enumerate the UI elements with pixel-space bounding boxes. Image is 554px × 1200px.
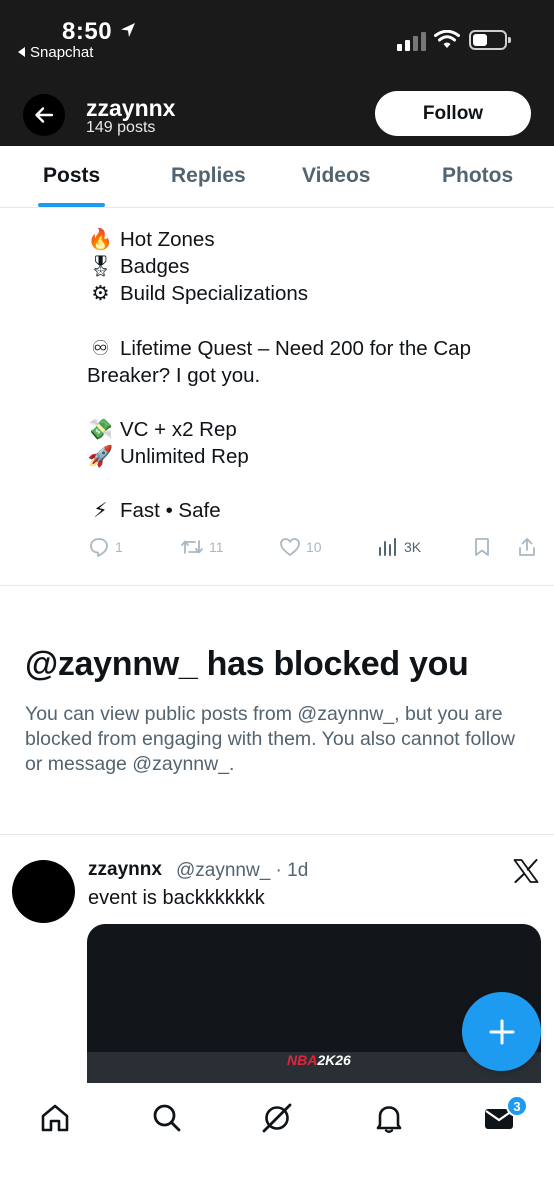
- bottom-nav: [0, 1083, 554, 1200]
- avatar[interactable]: [12, 860, 75, 923]
- infinity-icon: ♾: [91, 337, 110, 360]
- post-author-handle: @zaynnw_ · 1d: [176, 860, 309, 881]
- divider: [0, 585, 554, 586]
- location-arrow-icon: [121, 23, 135, 37]
- post-line: 🎖 Badges: [87, 255, 190, 278]
- active-tab-indicator: [38, 203, 105, 207]
- follow-button[interactable]: Follow: [375, 91, 531, 136]
- money-wings-icon: 💸: [87, 418, 114, 441]
- wifi-icon: [434, 30, 460, 48]
- view-count: 3K: [404, 539, 422, 555]
- post-text: event is backkkkkkk: [88, 887, 265, 909]
- post-line: 💸 VC + x2 Rep: [87, 418, 237, 441]
- x-logo-icon: [513, 859, 539, 883]
- battery-icon: [469, 30, 511, 50]
- grok-icon[interactable]: [260, 1101, 294, 1135]
- medal-icon: 🎖: [87, 255, 114, 278]
- search-icon[interactable]: [150, 1101, 184, 1135]
- reply-button[interactable]: 1: [88, 536, 123, 558]
- post-actions: 1 11 10 3K: [0, 532, 554, 562]
- back-to-app-link[interactable]: Snapchat: [18, 44, 93, 61]
- plus-icon: [489, 1019, 514, 1044]
- tab-replies[interactable]: Replies: [171, 164, 246, 188]
- post-author-name[interactable]: zzaynnx: [88, 859, 162, 881]
- notifications-bell-icon[interactable]: [372, 1101, 406, 1135]
- reply-count: 1: [115, 539, 123, 555]
- repost-count: 11: [209, 539, 224, 555]
- media-logo: NBA2K26: [287, 1052, 351, 1068]
- reply-icon: [90, 538, 108, 557]
- share-icon: [519, 538, 535, 556]
- bookmark-icon: [475, 538, 489, 556]
- home-icon[interactable]: [38, 1101, 72, 1135]
- heart-icon: [280, 538, 300, 556]
- post-line: ⚙ Build Specializations: [87, 280, 308, 307]
- post-line: 🔥 Hot Zones: [87, 228, 215, 251]
- views-chart-icon: [379, 538, 396, 556]
- like-button[interactable]: 10: [279, 536, 322, 558]
- divider: [0, 834, 554, 835]
- profile-header: 8:50 Snapchat zzaynnx 149 posts Follow: [0, 0, 554, 146]
- blocked-description: You can view public posts from @zaynnw_,…: [25, 703, 515, 775]
- profile-tabs: Posts Replies Videos Photos: [0, 146, 554, 208]
- post-line: ⚡ Fast • Safe: [87, 497, 220, 524]
- status-time: 8:50: [62, 18, 113, 45]
- repost-icon: [181, 540, 203, 554]
- back-triangle-icon: [18, 47, 25, 57]
- tab-posts[interactable]: Posts: [43, 164, 100, 188]
- back-arrow-icon: [35, 107, 54, 123]
- messages-badge: 3: [506, 1095, 528, 1117]
- like-count: 10: [306, 539, 322, 555]
- tab-photos[interactable]: Photos: [442, 164, 513, 188]
- tab-videos[interactable]: Videos: [302, 164, 370, 188]
- share-button[interactable]: [517, 536, 537, 558]
- repost-button[interactable]: 11: [180, 536, 224, 558]
- blocked-title: @zaynnw_ has blocked you: [25, 645, 469, 683]
- back-button[interactable]: [23, 94, 65, 136]
- back-app-label: Snapchat: [30, 44, 94, 61]
- compose-button[interactable]: [462, 992, 541, 1071]
- bookmark-button[interactable]: [472, 536, 492, 558]
- fire-icon: 🔥: [87, 228, 114, 251]
- post-line: 🚀 Unlimited Rep: [87, 445, 249, 468]
- views-button[interactable]: 3K: [377, 536, 421, 558]
- post-line: ♾ Lifetime Quest – Need 200 for the Cap B…: [87, 337, 471, 387]
- post-count: 149 posts: [86, 119, 156, 136]
- lightning-icon: ⚡: [93, 499, 108, 522]
- rocket-icon: 🚀: [87, 445, 114, 468]
- cellular-signal-icon: [397, 32, 426, 51]
- gear-icon: ⚙: [91, 282, 110, 305]
- profile-name: zzaynnx: [86, 95, 176, 121]
